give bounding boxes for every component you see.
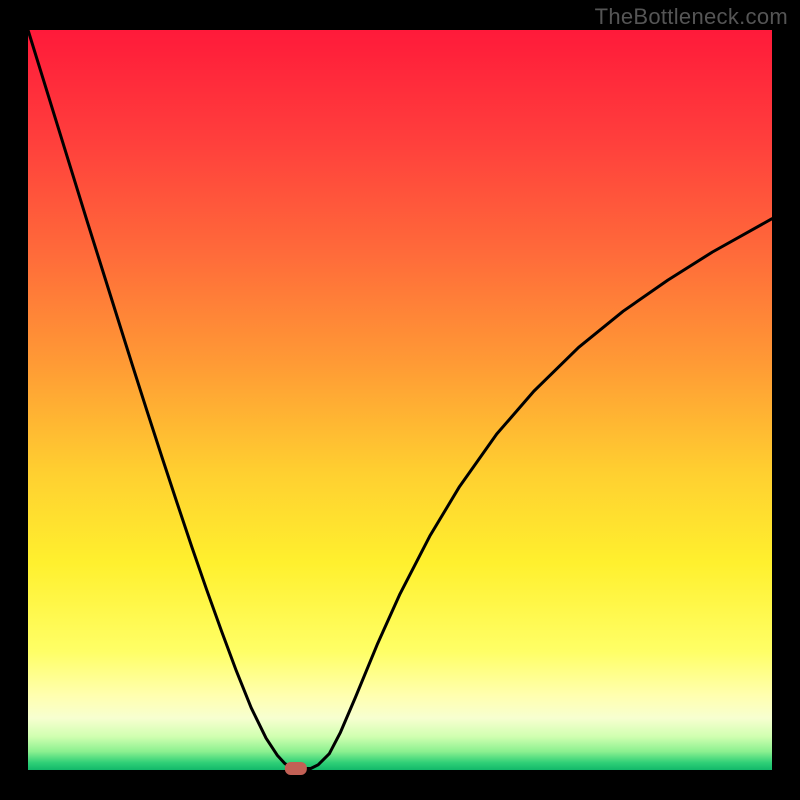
bottleneck-chart — [0, 0, 800, 800]
chart-frame: TheBottleneck.com — [0, 0, 800, 800]
watermark-text: TheBottleneck.com — [595, 4, 788, 30]
plot-background — [28, 30, 772, 770]
optimal-point-marker — [285, 762, 307, 775]
